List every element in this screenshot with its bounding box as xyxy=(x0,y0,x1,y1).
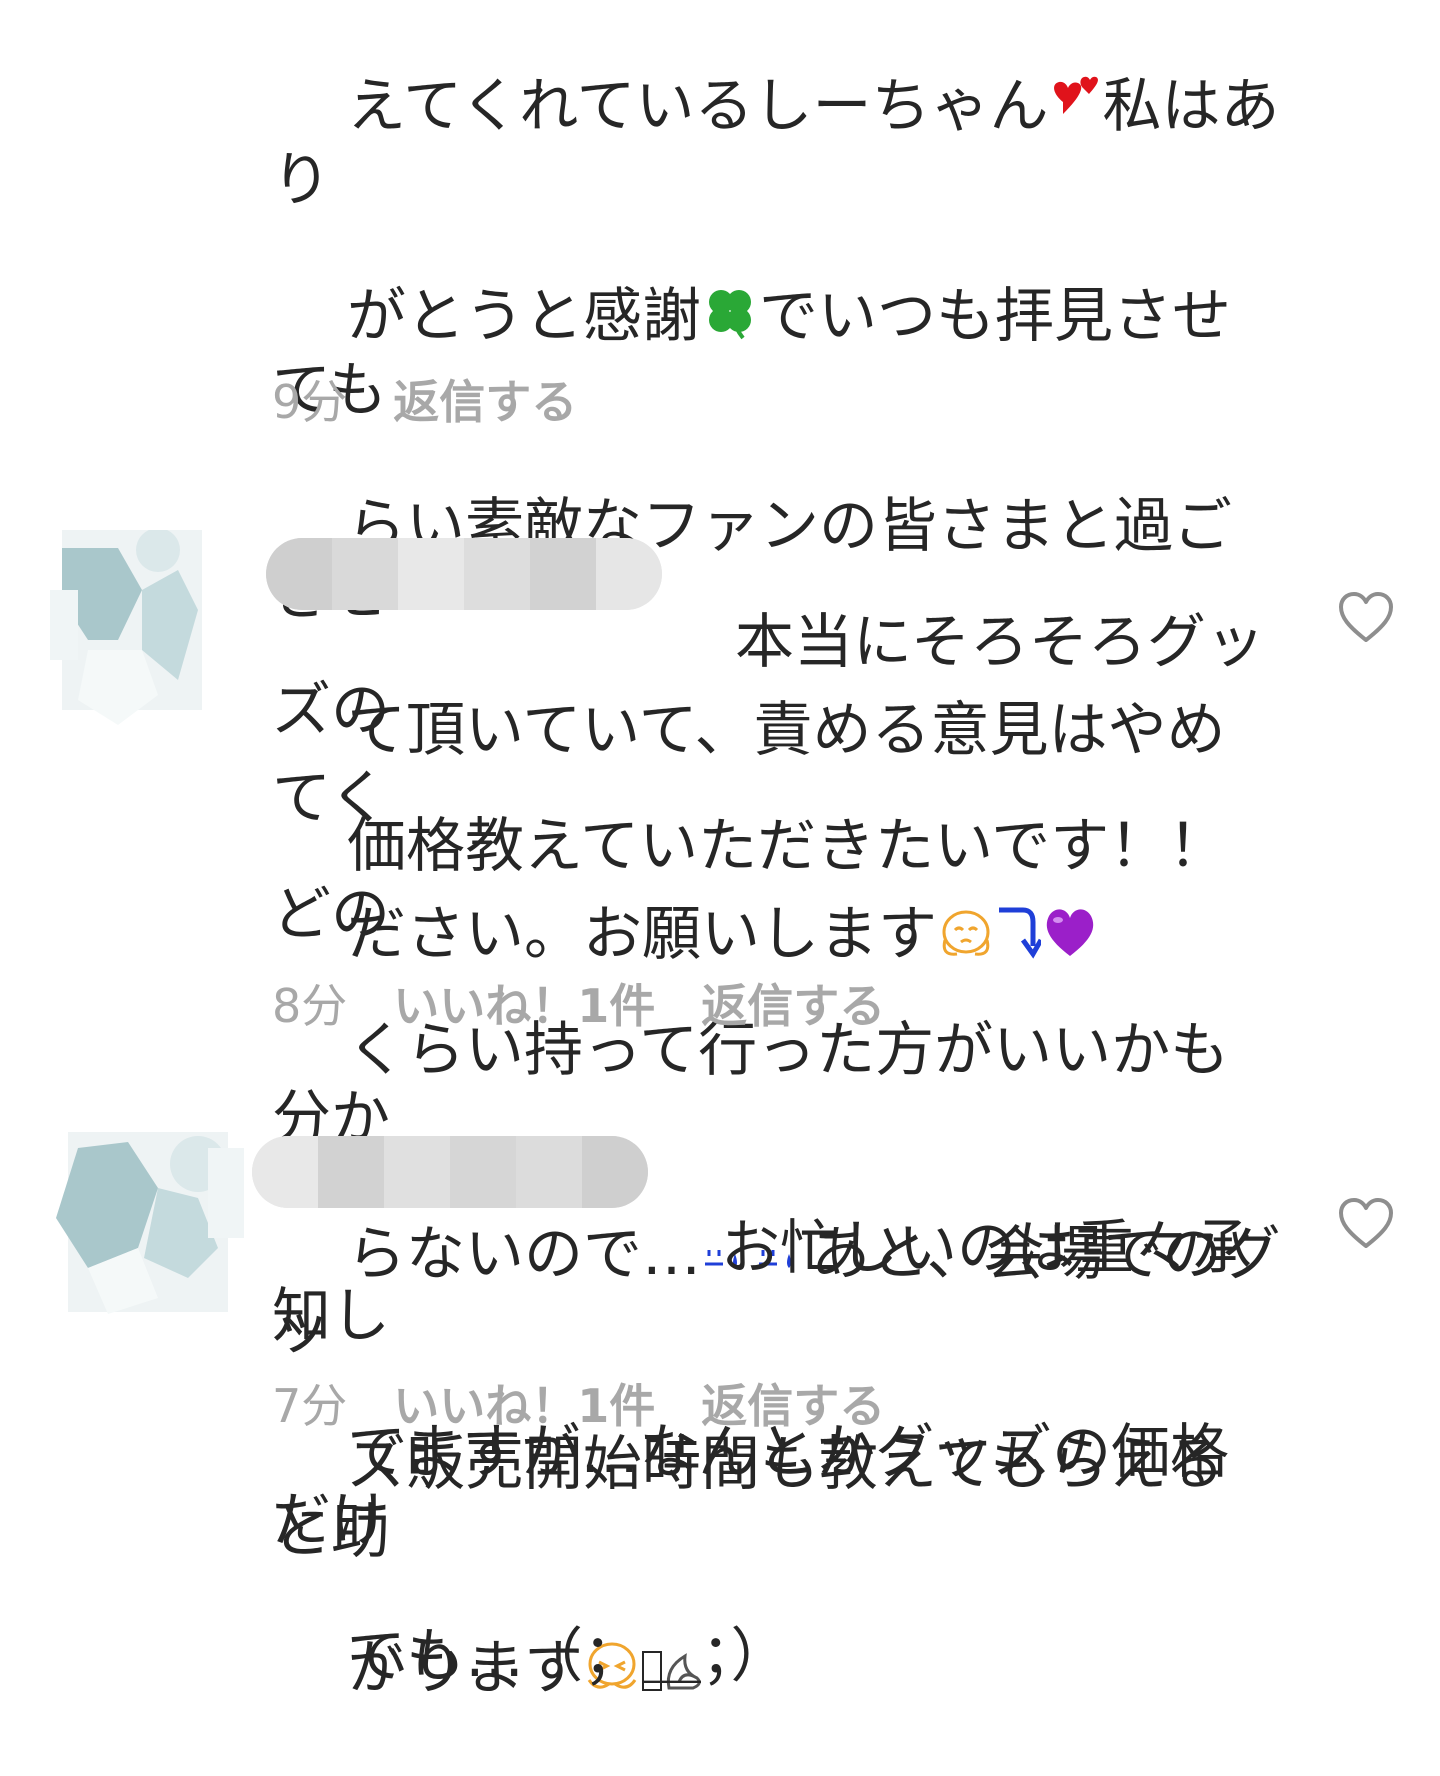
likes-count-button[interactable]: いいね！1件 xyxy=(393,1378,655,1434)
likes-count-button[interactable]: いいね！1件 xyxy=(393,978,655,1034)
reply-button[interactable]: 返信する xyxy=(701,978,885,1034)
comment-time: 8分 xyxy=(272,979,348,1033)
avatar[interactable] xyxy=(48,1128,244,1328)
comment-time: 7分 xyxy=(272,1379,348,1433)
reply-button[interactable]: 返信する xyxy=(701,1378,885,1434)
comment-1-meta: 9分 返信する xyxy=(272,374,577,430)
reply-button[interactable]: 返信する xyxy=(393,374,577,430)
comment-2-meta: 8分 いいね！1件 返信する xyxy=(272,978,885,1034)
like-heart-icon[interactable] xyxy=(1338,592,1394,644)
comment-time: 9分 xyxy=(272,375,348,429)
clover-icon xyxy=(701,282,759,356)
comment-3-text: お忙しいのは重々承知し てますが…なんとかグッズの価格だけ でも…（；＿；） xyxy=(272,1213,1253,1690)
comment-3-meta: 7分 いいね！1件 返信する xyxy=(272,1378,885,1434)
like-heart-icon[interactable] xyxy=(1338,1198,1394,1250)
avatar[interactable] xyxy=(48,528,228,730)
two-hearts-icon xyxy=(1049,72,1103,146)
